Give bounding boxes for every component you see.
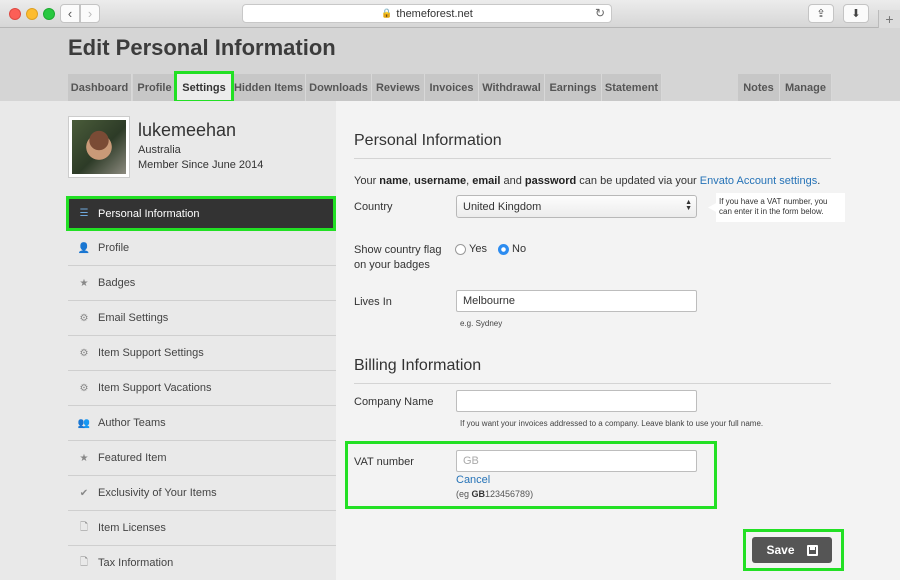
personal-info-heading: Personal Information [354,132,502,149]
sidebar-item-item-support-vacations[interactable]: ⚙ Item Support Vacations [68,371,336,406]
sidebar-item-label: Profile [98,242,130,254]
page-title: Edit Personal Information [68,35,336,60]
billing-info-heading: Billing Information [354,357,482,374]
download-icon: ⬇ [851,8,861,20]
list-icon: ☰ [79,208,89,219]
address-bar[interactable]: 🔒 themeforest.net ↻ [242,4,612,23]
save-button[interactable]: Save [752,537,832,563]
gear-icon: ⚙ [79,382,89,394]
sidebar-item-label: Featured Item [98,452,167,464]
plus-icon: + [885,11,894,27]
sidebar-item-tax-information[interactable]: 🗋 Tax Information [68,546,336,580]
gear-icon: ⚙ [79,312,89,324]
envato-account-settings-link[interactable]: Envato Account settings [700,175,817,187]
tab-notes[interactable]: Notes [738,74,780,101]
sidebar-item-profile[interactable]: 👤 Profile [68,231,336,266]
sidebar-item-label: Author Teams [98,417,166,429]
sidebar-item-personal-information[interactable]: ☰ Personal Information [68,196,336,231]
country-select[interactable]: United Kingdom ▲ ▼ [456,195,697,218]
tab-hidden-items[interactable]: Hidden Items [232,74,306,101]
sidebar-item-label: Item Licenses [98,522,166,534]
country-select-value: United Kingdom [463,200,542,213]
tab-manage[interactable]: Manage [780,74,832,101]
gear-icon: ⚙ [79,347,89,359]
share-button[interactable]: ⇪ [808,4,834,23]
back-button[interactable]: ‹ [60,4,80,23]
document-icon: 🗋 [79,521,89,533]
sidebar-item-label: Exclusivity of Your Items [98,487,217,499]
users-icon: 👥 [77,417,91,429]
chevron-left-icon: ‹ [67,6,73,21]
user-icon: 👤 [77,242,91,254]
section-divider [354,383,831,384]
chevron-right-icon: › [87,6,93,21]
sidebar-item-badges[interactable]: ★ Badges [68,266,336,301]
tab-statement[interactable]: Statement [602,74,662,101]
vat-example: (eg GB123456789) [456,489,534,499]
star-icon: ★ [79,452,89,464]
sidebar-item-item-licenses[interactable]: 🗋 Item Licenses [68,511,336,546]
section-divider [354,158,831,159]
tab-downloads[interactable]: Downloads [306,74,372,101]
company-name-input[interactable] [456,390,697,412]
company-name-hint: If you want your invoices addressed to a… [460,419,764,428]
flag-yes-radio[interactable] [455,244,466,255]
profile-username: lukemeehan [138,120,237,140]
vat-number-input[interactable]: GB [456,450,697,472]
vat-cancel-link[interactable]: Cancel [456,474,490,486]
check-icon: ✔ [79,487,89,499]
vat-tooltip: If you have a VAT number, you can enter … [708,193,845,222]
sidebar-item-item-support-settings[interactable]: ⚙ Item Support Settings [68,336,336,371]
forward-button[interactable]: › [80,4,100,23]
tab-withdrawal[interactable]: Withdrawal [479,74,545,101]
personal-info-intro: Your name, username, email and password … [354,175,821,187]
sidebar-item-label: Email Settings [98,312,169,324]
minimize-window-button[interactable] [26,8,38,20]
tab-settings[interactable]: Settings [177,74,232,101]
browser-toolbar: ‹ › 🔒 themeforest.net ↻ ⇪ ⬇ + [0,0,900,28]
share-icon: ⇪ [816,8,826,20]
sidebar-item-label: Tax Information [98,557,174,569]
select-arrows-icon: ▲ ▼ [685,199,692,212]
profile-member-since: Member Since June 2014 [138,159,264,171]
flag-yes-label: Yes [469,243,487,255]
star-icon: ★ [79,277,89,289]
close-window-button[interactable] [9,8,21,20]
sidebar-item-featured-item[interactable]: ★ Featured Item [68,441,336,476]
lives-in-input[interactable]: Melbourne [456,290,697,312]
document-icon: 🗋 [79,556,89,568]
floppy-disk-icon [806,544,818,556]
tab-profile[interactable]: Profile [133,74,177,101]
tab-invoices[interactable]: Invoices [425,74,479,101]
avatar [68,116,130,178]
url-text: themeforest.net [396,7,473,20]
country-flag-label: Show country flag on your badges [354,244,442,271]
sidebar-item-label: Badges [98,277,136,289]
tab-earnings[interactable]: Earnings [545,74,602,101]
zoom-window-button[interactable] [43,8,55,20]
sidebar-item-author-teams[interactable]: 👥 Author Teams [68,406,336,441]
sidebar-item-label: Item Support Settings [98,347,204,359]
avatar-photo [72,120,126,174]
save-button-label: Save [766,543,795,557]
profile-country: Australia [138,144,181,156]
sidebar-item-exclusivity[interactable]: ✔ Exclusivity of Your Items [68,476,336,511]
vat-number-label: VAT number [354,456,414,468]
new-tab-button[interactable]: + [878,10,900,28]
lives-in-label: Lives In [354,296,392,308]
sidebar-item-label: Item Support Vacations [98,382,212,394]
sidebar-item-label: Personal Information [98,207,200,220]
lives-in-hint: e.g. Sydney [460,319,503,328]
country-label: Country [354,201,393,213]
reload-icon[interactable]: ↻ [595,6,605,20]
main-panel [336,101,900,580]
company-name-label: Company Name [354,396,434,408]
tab-reviews[interactable]: Reviews [372,74,425,101]
flag-no-label: No [512,243,527,255]
lock-icon: 🔒 [381,8,393,18]
sidebar-item-email-settings[interactable]: ⚙ Email Settings [68,301,336,336]
downloads-button[interactable]: ⬇ [843,4,869,23]
flag-no-radio[interactable] [498,244,509,255]
tab-dashboard[interactable]: Dashboard [68,74,132,101]
